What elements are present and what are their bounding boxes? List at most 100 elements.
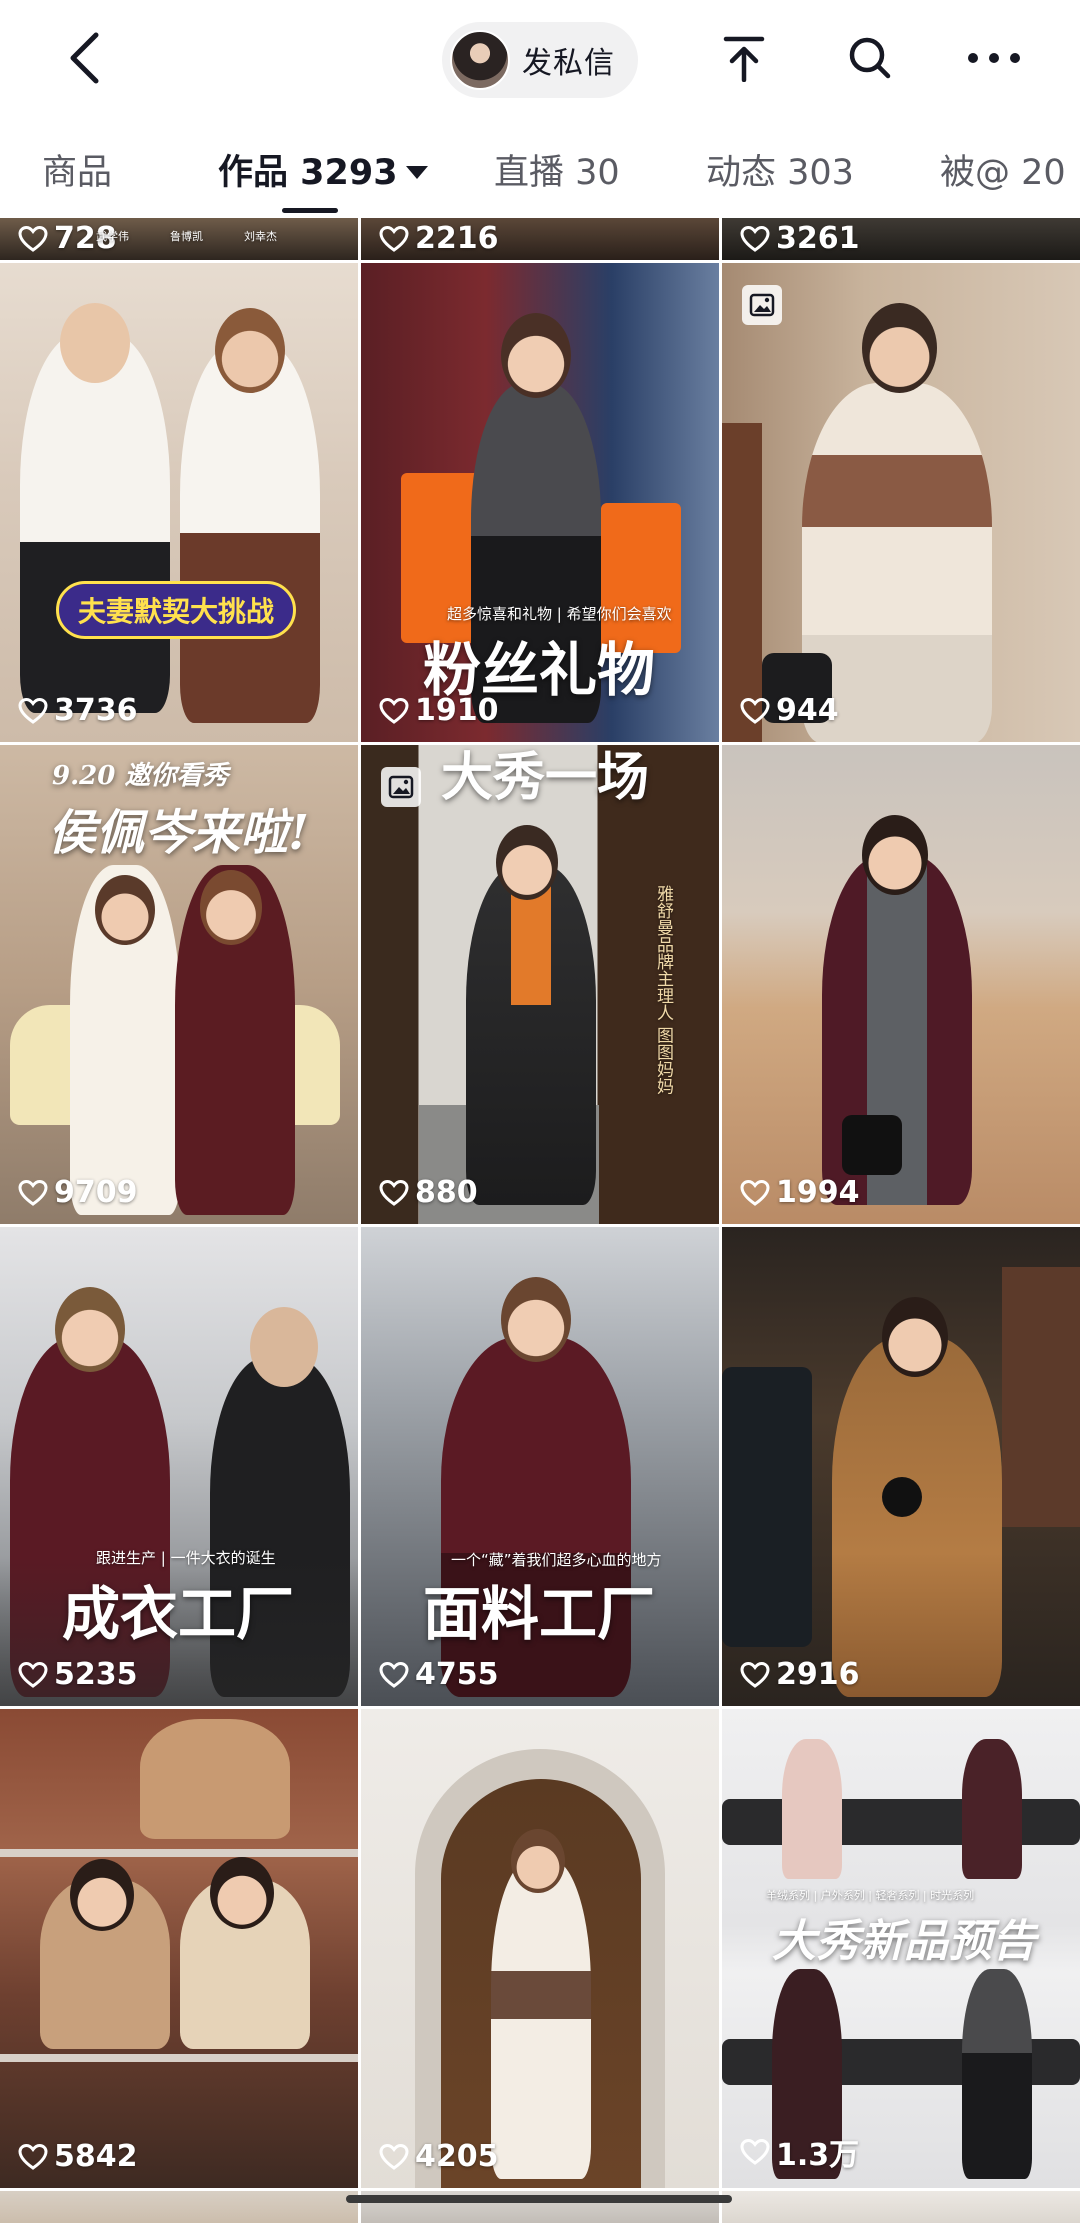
top-bar: 发私信 xyxy=(0,0,1080,118)
like-count-value: 3261 xyxy=(776,221,860,256)
caret-down-icon xyxy=(405,165,428,179)
video-thumbnail[interactable]: 1994 xyxy=(722,745,1080,1224)
search-button[interactable] xyxy=(838,26,902,90)
tab-label: 商品 xyxy=(42,153,113,193)
video-subtitle: 超多惊喜和礼物 | 希望你们会喜欢 xyxy=(447,605,672,623)
video-thumbnail[interactable]: 3261 xyxy=(722,218,1080,260)
video-thumbnail[interactable]: 羊绒系列 | 户外系列 | 轻奢系列 | 时光系列 大秀新品预告 1.3万 xyxy=(722,1709,1080,2188)
like-count: 1.3万 xyxy=(740,2130,859,2174)
tab-updates[interactable]: 动态 303 xyxy=(706,144,854,195)
like-count-value: 5235 xyxy=(54,1657,138,1692)
like-count-value: 880 xyxy=(415,1175,478,1210)
video-thumbnail[interactable]: 一个“藏”着我们超多心血的地方 面料工厂 4755 xyxy=(361,1227,719,1706)
like-count-value: 1.3万 xyxy=(776,2138,860,2173)
tab-label: 直播 30 xyxy=(494,153,620,193)
photo-post-icon xyxy=(381,767,421,807)
tab-mentions[interactable]: 被@ 20 xyxy=(940,144,1066,195)
send-message-button[interactable]: 发私信 xyxy=(442,22,638,98)
send-message-label: 发私信 xyxy=(522,46,615,81)
photo-post-thumbnail[interactable]: 大秀一场 雅舒曼品牌主理人 图图妈妈 880 xyxy=(361,745,719,1224)
more-button[interactable] xyxy=(962,26,1026,90)
video-thumbnail[interactable]: 夫妻默契大挑战 3736 xyxy=(0,263,358,742)
like-count: 2916 xyxy=(740,1657,860,1692)
video-title: 面料工厂 xyxy=(423,1580,656,1648)
video-thumbnail[interactable]: 5842 xyxy=(0,1709,358,2188)
badge-text: 夫妻默契大挑战 xyxy=(77,595,274,628)
like-count: 9709 xyxy=(18,1175,138,1210)
scroll-to-top-icon xyxy=(723,36,765,82)
tab-products[interactable]: 商品 xyxy=(42,144,112,195)
vertical-caption: 雅舒曼品牌主理人 图图妈妈 xyxy=(653,885,673,1095)
like-count-value: 4755 xyxy=(415,1657,499,1692)
like-count: 880 xyxy=(379,1175,478,1210)
profile-tabs: 商品 作品 3293 直播 30 动态 303 被@ 20 xyxy=(0,128,1080,218)
video-thumbnail[interactable]: 728 武学伟 鲁博凯 刘幸杰 xyxy=(0,218,358,260)
video-thumbnail[interactable]: 2216 xyxy=(361,218,719,260)
video-thumbnail[interactable]: 超多惊喜和礼物 | 希望你们会喜欢 粉丝礼物 1910 xyxy=(361,263,719,742)
search-icon xyxy=(849,37,891,79)
like-count: 4755 xyxy=(379,1657,499,1692)
heart-icon xyxy=(379,1179,409,1206)
chevron-left-icon xyxy=(70,32,99,84)
like-count-value: 3736 xyxy=(54,693,138,728)
video-subtitle: 跟进生产 | 一件大衣的诞生 xyxy=(96,1549,276,1567)
heart-icon xyxy=(740,2138,770,2165)
like-count: 2216 xyxy=(379,221,499,256)
active-tab-indicator xyxy=(282,208,338,213)
like-count-value: 1910 xyxy=(415,693,499,728)
video-thumbnail[interactable]: 2916 xyxy=(722,1227,1080,1706)
like-count: 4205 xyxy=(379,2139,499,2174)
like-count-value: 1994 xyxy=(776,1175,860,1210)
video-title: 大秀新品预告 xyxy=(772,1916,1036,1967)
heart-icon xyxy=(379,2143,409,2170)
like-count-value: 9709 xyxy=(54,1175,138,1210)
photo-post-icon xyxy=(742,285,782,325)
heart-icon xyxy=(379,1661,409,1688)
photo-post-thumbnail[interactable]: 944 xyxy=(722,263,1080,742)
like-count-value: 944 xyxy=(776,693,839,728)
avatar xyxy=(450,30,510,90)
video-thumbnail[interactable] xyxy=(722,2191,1080,2223)
home-indicator xyxy=(346,2195,732,2203)
heart-icon xyxy=(18,697,48,724)
like-count: 944 xyxy=(740,693,839,728)
heart-icon xyxy=(740,225,770,252)
tab-label: 动态 303 xyxy=(706,153,854,193)
heart-icon xyxy=(18,2143,48,2170)
heart-icon xyxy=(740,1179,770,1206)
caption: 武学伟 xyxy=(96,230,129,243)
caption: 鲁博凯 xyxy=(170,230,203,243)
heart-icon xyxy=(740,1661,770,1688)
like-count-value: 5842 xyxy=(54,2139,138,2174)
video-title: 侯佩岑来啦! xyxy=(48,805,310,861)
video-subtitle: 羊绒系列 | 户外系列 | 轻奢系列 | 时光系列 xyxy=(766,1889,975,1902)
heart-icon xyxy=(18,1661,48,1688)
like-count-value: 2216 xyxy=(415,221,499,256)
like-count-value: 4205 xyxy=(415,2139,499,2174)
caption: 刘幸杰 xyxy=(244,230,277,243)
like-count: 3261 xyxy=(740,221,860,256)
like-count: 3736 xyxy=(18,693,138,728)
video-thumbnail[interactable]: 跟进生产 | 一件大衣的诞生 成衣工厂 5235 xyxy=(0,1227,358,1706)
tab-live[interactable]: 直播 30 xyxy=(494,144,620,195)
works-grid: 728 武学伟 鲁博凯 刘幸杰 2216 3261 夫妻默契大挑战 3736 超… xyxy=(0,218,1080,2223)
video-title: 大秀一场 xyxy=(441,747,650,808)
like-count: 5842 xyxy=(18,2139,138,2174)
video-subtitle: 9.20 邀你看秀 xyxy=(52,761,229,791)
video-thumbnail[interactable] xyxy=(0,2191,358,2223)
like-count: 5235 xyxy=(18,1657,138,1692)
scroll-to-top-button[interactable] xyxy=(712,26,776,90)
video-title: 成衣工厂 xyxy=(62,1580,295,1648)
video-thumbnail[interactable]: 9.20 邀你看秀 侯佩岑来啦! 9709 xyxy=(0,745,358,1224)
heart-icon xyxy=(379,225,409,252)
heart-icon xyxy=(740,697,770,724)
back-button[interactable] xyxy=(56,26,112,90)
more-icon xyxy=(968,53,1020,63)
tab-label: 被@ 20 xyxy=(940,153,1066,193)
heart-icon xyxy=(18,225,48,252)
challenge-badge: 夫妻默契大挑战 xyxy=(56,581,296,639)
video-thumbnail[interactable]: 4205 xyxy=(361,1709,719,2188)
like-count-value: 2916 xyxy=(776,1657,860,1692)
tab-label: 作品 3293 xyxy=(218,153,398,193)
tab-works[interactable]: 作品 3293 xyxy=(218,144,428,195)
